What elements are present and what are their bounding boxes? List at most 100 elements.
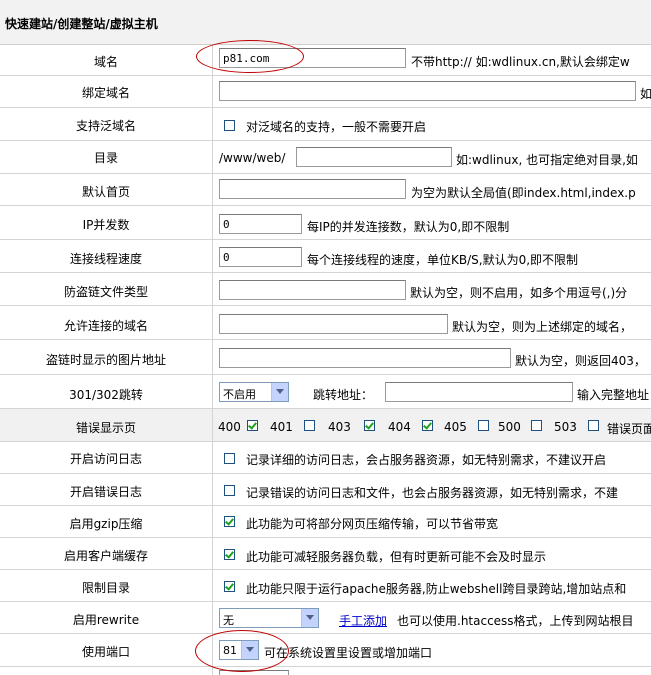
ip-concurrency-input[interactable]: 0 [219, 214, 302, 234]
wildcard-checkbox[interactable] [224, 120, 235, 131]
port-hint: 可在系统设置里设置或增加端口 [264, 646, 433, 660]
client-cache-label: 启用客户端缓存 [63, 549, 148, 563]
port-select[interactable]: 81 [219, 640, 259, 660]
bind-domain-hint: 如 [640, 87, 651, 101]
row-gzip: 启用gzip压缩 此功能为可将部分网页压缩传输，可以节省带宽 [0, 506, 651, 538]
row-port: 使用端口 81 可在系统设置里设置或增加端口 [0, 634, 651, 667]
domain-hint: 不带http:// 如:wdlinux.cn,默认会绑定w [411, 55, 630, 69]
column-divider [212, 306, 213, 339]
index-page-input[interactable] [219, 179, 406, 199]
hotlink-types-input[interactable] [219, 280, 406, 300]
column-divider [212, 206, 213, 239]
chevron-down-icon[interactable] [301, 609, 318, 627]
error-500-checkbox[interactable] [531, 420, 542, 431]
directory-input[interactable] [296, 147, 452, 167]
allowed-domains-hint: 默认为空，则为上述绑定的域名， [452, 320, 633, 334]
column-divider [212, 375, 213, 408]
directory-prefix: /www/web/ [219, 151, 286, 165]
column-divider [212, 602, 213, 633]
next-input-partial[interactable] [219, 670, 289, 675]
row-error-pages: 错误显示页 400 401 403 404 405 500 503 错误页面 [0, 409, 651, 442]
conn-speed-input[interactable]: 0 [219, 247, 302, 267]
row-hotlink-image: 盗链时显示的图片地址 默认为空，则返回403， [0, 340, 651, 375]
row-bind-domain: 绑定域名 如 [0, 76, 651, 108]
redirect-select[interactable]: 不启用 [219, 382, 289, 402]
column-divider [212, 174, 213, 205]
row-access-log: 开启访问日志 记录详细的访问日志，会占服务器资源，如无特别需求，不建议开启 [0, 442, 651, 474]
rewrite-select-value: 无 [223, 614, 234, 627]
error-log-checkbox[interactable] [224, 485, 235, 496]
conn-speed-label: 连接线程速度 [69, 252, 142, 266]
error-code-400: 400 [218, 420, 241, 434]
bind-domain-label: 绑定域名 [81, 86, 130, 100]
row-hotlink-types: 防盗链文件类型 默认为空，则不启用，如多个用逗号(,)分 [0, 273, 651, 306]
column-divider [212, 442, 213, 473]
error-log-label: 开启错误日志 [69, 485, 142, 499]
row-wildcard: 支持泛域名 对泛域名的支持，一般不需要开启 [0, 108, 651, 141]
wildcard-label: 支持泛域名 [75, 119, 136, 133]
hotlink-image-hint: 默认为空，则返回403， [515, 354, 646, 368]
column-divider [212, 409, 213, 441]
row-directory: 目录 /www/web/ 如:wdlinux, 也可指定绝对目录,如 [0, 141, 651, 174]
ip-concurrency-hint: 每IP的并发连接数，默认为0,即不限制 [307, 220, 510, 234]
column-divider [212, 141, 213, 173]
row-index-page: 默认首页 为空为默认全局值(即index.html,index.p [0, 174, 651, 206]
hotlink-types-label: 防盗链文件类型 [63, 285, 148, 299]
redirect-target-input[interactable] [385, 382, 573, 402]
ip-concurrency-label: IP并发数 [82, 218, 130, 232]
error-403-checkbox[interactable] [364, 420, 375, 431]
rewrite-label: 启用rewrite [72, 613, 140, 627]
error-400-checkbox[interactable] [247, 420, 258, 431]
error-code-405: 405 [444, 420, 467, 434]
error-code-404: 404 [388, 420, 411, 434]
row-conn-speed: 连接线程速度 0 每个连接线程的速度，单位KB/S,默认为0,即不限制 [0, 240, 651, 273]
bind-domain-input[interactable] [219, 81, 636, 101]
port-label: 使用端口 [81, 645, 130, 659]
error-code-503: 503 [554, 420, 577, 434]
column-divider [212, 45, 213, 75]
error-401-checkbox[interactable] [304, 420, 315, 431]
error-405-checkbox[interactable] [478, 420, 489, 431]
wildcard-text: 对泛域名的支持，一般不需要开启 [246, 120, 427, 134]
hotlink-image-input[interactable] [219, 348, 511, 368]
column-divider [212, 667, 213, 675]
error-503-checkbox[interactable] [588, 420, 599, 431]
chevron-down-icon[interactable] [271, 383, 288, 401]
error-pages-tail: 错误页面 [607, 422, 651, 436]
access-log-text: 记录详细的访问日志，会占服务器资源，如无特别需求，不建议开启 [246, 453, 607, 467]
column-divider [212, 273, 213, 305]
row-next-partial [0, 667, 651, 675]
client-cache-text: 此功能可减轻服务器负载，但有时更新可能不会及时显示 [246, 550, 547, 564]
index-page-hint: 为空为默认全局值(即index.html,index.p [411, 186, 636, 200]
row-error-log: 开启错误日志 记录错误的访问日志和文件，也会占服务器资源，如无特别需求，不建 [0, 474, 651, 506]
column-divider [212, 634, 213, 666]
hotlink-image-label: 盗链时显示的图片地址 [45, 353, 166, 367]
domain-input[interactable]: p81.com [219, 48, 406, 68]
redirect-target-label: 跳转地址： [313, 388, 374, 402]
column-divider [212, 506, 213, 537]
conn-speed-hint: 每个连接线程的速度，单位KB/S,默认为0,即不限制 [307, 253, 579, 267]
row-restrict-dir: 限制目录 此功能只限于运行apache服务器,防止webshell跨目录跨站,增… [0, 570, 651, 602]
error-log-text: 记录错误的访问日志和文件，也会占服务器资源，如无特别需求，不建 [246, 486, 619, 500]
rewrite-hint: 也可以使用.htaccess格式，上传到网站根目 [397, 614, 634, 628]
error-code-403: 403 [328, 420, 351, 434]
client-cache-checkbox[interactable] [224, 549, 235, 560]
error-404-checkbox[interactable] [422, 420, 433, 431]
hotlink-types-hint: 默认为空，则不启用，如多个用逗号(,)分 [410, 286, 628, 300]
row-client-cache: 启用客户端缓存 此功能可减轻服务器负载，但有时更新可能不会及时显示 [0, 538, 651, 570]
manual-add-link[interactable]: 手工添加 [339, 612, 387, 629]
allowed-domains-input[interactable] [219, 314, 448, 334]
column-divider [212, 340, 213, 374]
gzip-label: 启用gzip压缩 [69, 517, 143, 531]
gzip-checkbox[interactable] [224, 516, 235, 527]
restrict-dir-label: 限制目录 [81, 581, 130, 595]
directory-label: 目录 [93, 151, 118, 165]
access-log-checkbox[interactable] [224, 453, 235, 464]
restrict-dir-checkbox[interactable] [224, 581, 235, 592]
gzip-text: 此功能为可将部分网页压缩传输，可以节省带宽 [246, 517, 499, 531]
index-page-label: 默认首页 [81, 185, 130, 199]
chevron-down-icon[interactable] [241, 641, 258, 659]
port-select-value: 81 [223, 644, 237, 657]
column-divider [212, 108, 213, 140]
rewrite-select[interactable]: 无 [219, 608, 319, 628]
